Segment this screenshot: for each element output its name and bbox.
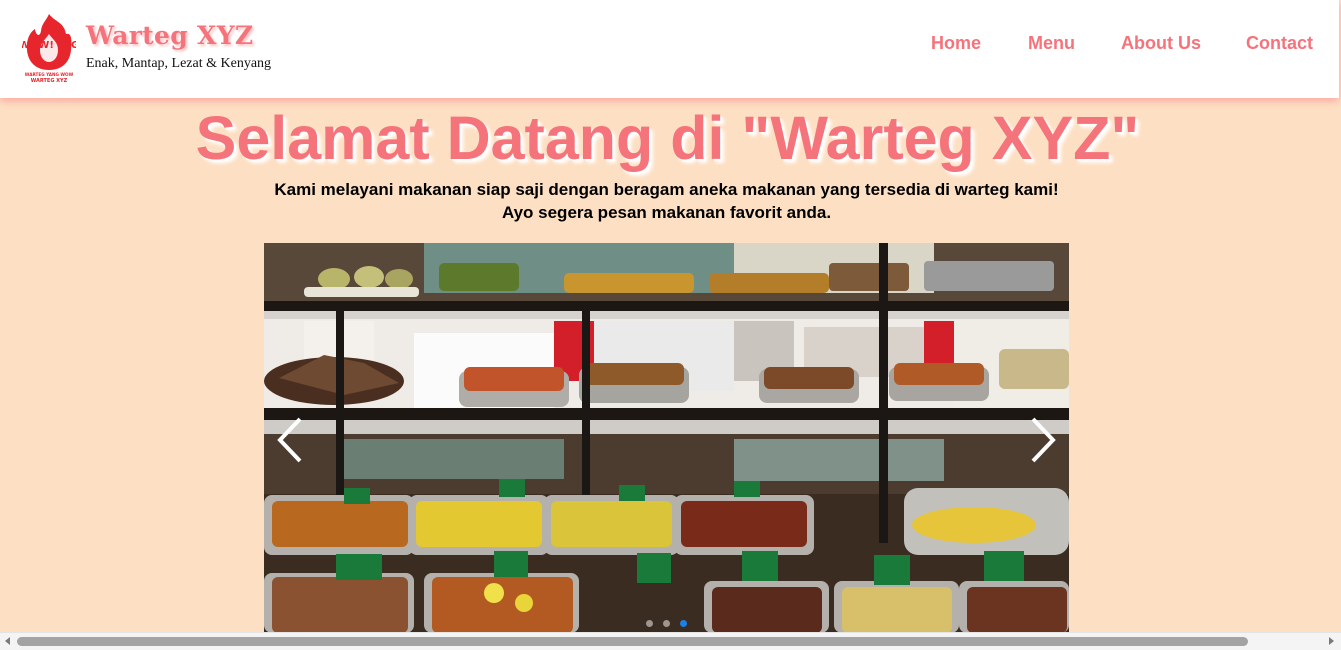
horizontal-scrollbar[interactable]: [0, 632, 1341, 650]
chevron-right-icon: [1031, 417, 1056, 463]
nav-link-home[interactable]: Home: [931, 33, 981, 54]
logo-text: WOW! TEG: [22, 40, 76, 51]
nav-link-menu[interactable]: Menu: [1028, 33, 1075, 54]
scroll-left-arrow-icon[interactable]: [3, 636, 13, 646]
carousel-indicator-2[interactable]: [663, 620, 670, 627]
logo-caption: WARTEG XYZ: [31, 78, 68, 84]
hero-title: Selamat Datang di "Warteg XYZ": [195, 104, 1140, 172]
food-carousel[interactable]: [264, 243, 1069, 633]
logo-subtext: WARTEG YANG WOW: [25, 72, 74, 77]
navbar: WOW! TEG WARTEG YANG WOW WARTEG XYZ Wart…: [0, 0, 1339, 98]
scroll-right-arrow-icon[interactable]: [1326, 636, 1336, 646]
carousel-next-button[interactable]: [1023, 415, 1063, 465]
brand-name[interactable]: Warteg XYZ: [86, 21, 253, 50]
nav-link-about-us[interactable]: About Us: [1121, 33, 1201, 54]
scrollbar-thumb[interactable]: [17, 637, 1248, 646]
logo-icon[interactable]: WOW! TEG WARTEG YANG WOW WARTEG XYZ: [22, 12, 76, 84]
brand-tagline: Enak, Mantap, Lezat & Kenyang: [86, 56, 272, 71]
hero-subtitle-line-1: Kami melayani makanan siap saji dengan b…: [274, 180, 1059, 199]
carousel-slide-image: [264, 243, 1069, 633]
chevron-left-icon: [277, 417, 302, 463]
hero-subtitle-line-2: Ayo segera pesan makanan favorit anda.: [501, 203, 832, 222]
nav-link-contact[interactable]: Contact: [1246, 33, 1313, 54]
carousel-indicators: [264, 614, 1069, 627]
carousel-prev-button[interactable]: [270, 415, 310, 465]
carousel-indicator-1[interactable]: [645, 620, 653, 627]
